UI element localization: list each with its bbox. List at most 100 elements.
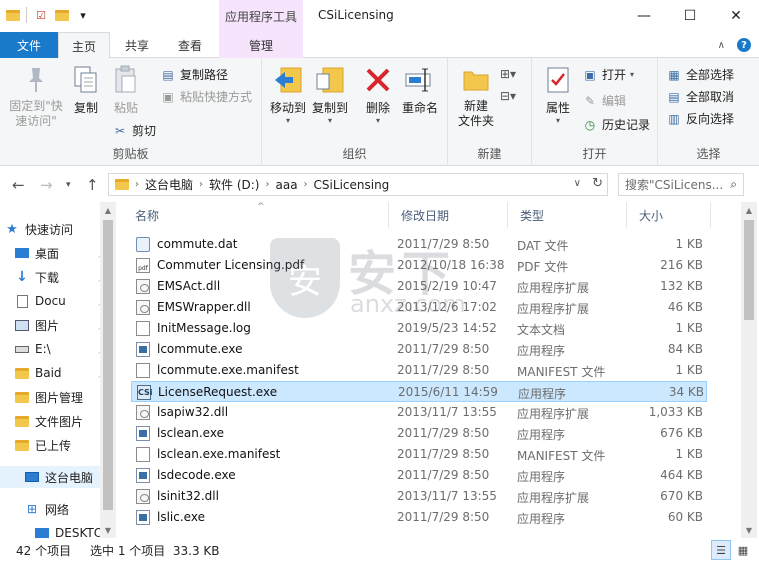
new-item-button[interactable]: ⊞▾ — [500, 66, 516, 82]
table-row[interactable]: lcommute.exe 2011/7/29 8:50 应用程序 84 KB — [131, 339, 707, 360]
tab-manage[interactable]: 管理 — [219, 32, 303, 58]
search-icon[interactable]: ⌕ — [730, 177, 737, 192]
up-arrow-icon[interactable]: ↑ — [86, 176, 99, 194]
nav-quick-access[interactable]: ★ 快速访问 — [4, 218, 104, 240]
edit-button[interactable]: ✎ 编辑 — [582, 92, 626, 109]
chevron-right-icon[interactable]: › — [304, 179, 308, 190]
new-folder-button[interactable]: 新建 文件夹 — [454, 64, 498, 129]
address-dropdown-icon[interactable]: ∨ — [574, 178, 581, 189]
back-arrow-icon[interactable]: ← — [12, 176, 25, 194]
paste-button[interactable]: 粘贴 — [108, 64, 144, 116]
move-to-button[interactable]: 移动到 ▾ — [266, 64, 310, 125]
table-row[interactable]: lslic.exe 2011/7/29 8:50 应用程序 60 KB — [131, 507, 707, 528]
tab-file[interactable]: 文件 — [0, 32, 58, 58]
forward-arrow-icon[interactable]: → — [40, 176, 53, 194]
refresh-icon[interactable]: ↻ — [592, 176, 603, 191]
delete-button[interactable]: 删除 ▾ — [362, 64, 394, 125]
table-row[interactable]: lsdecode.exe 2011/7/29 8:50 应用程序 464 KB — [131, 465, 707, 486]
properties-button[interactable]: 属性 ▾ — [540, 64, 576, 125]
table-row[interactable]: InitMessage.log 2019/5/23 14:52 文本文档 1 KB — [131, 318, 707, 339]
column-header-name[interactable]: 名称 — [123, 202, 389, 228]
recent-dropdown-icon[interactable]: ▾ — [66, 180, 71, 190]
column-header-date[interactable]: 修改日期 — [389, 202, 508, 228]
column-header-size[interactable]: 大小 — [627, 202, 711, 228]
nav-item-downloads[interactable]: ↓ 下载 📌 — [14, 266, 114, 288]
table-row[interactable]: CSi LicenseRequest.exe 2015/6/11 14:59 应用程序… — [131, 381, 707, 402]
file-list-scrollbar[interactable]: ▲ ▼ — [741, 202, 757, 538]
nav-this-pc-label: 这台电脑 — [45, 470, 94, 485]
nav-item-pictures[interactable]: 图片 📌 — [14, 314, 114, 336]
copy-path-button[interactable]: ▤ 复制路径 — [160, 66, 228, 83]
invert-selection-button[interactable]: ▥ 反向选择 — [666, 110, 734, 127]
nav-item-baidu[interactable]: Baid 📌 — [14, 362, 114, 384]
collapse-ribbon-icon[interactable]: ∧ — [718, 40, 725, 51]
nav-this-pc[interactable]: 这台电脑 — [0, 466, 114, 488]
copy-button[interactable]: 复制 — [68, 64, 104, 116]
select-all-button[interactable]: ▦ 全部选择 — [666, 66, 734, 83]
large-icons-view-icon[interactable]: ▦ — [733, 540, 753, 560]
table-row[interactable]: lcommute.exe.manifest 2011/7/29 8:50 MANIF… — [131, 360, 707, 381]
tab-home[interactable]: 主页 — [58, 32, 110, 59]
properties-check-icon[interactable]: ☑ — [33, 7, 49, 23]
chevron-right-icon[interactable]: › — [135, 179, 139, 190]
table-row[interactable]: commute.dat 2011/7/29 8:50 DAT 文件 1 KB — [131, 234, 707, 255]
maximize-button[interactable]: ☐ — [667, 0, 713, 32]
breadcrumb-aaa[interactable]: aaa — [275, 178, 297, 192]
table-row[interactable]: lsclean.exe.manifest 2011/7/29 8:50 MANIFE… — [131, 444, 707, 465]
nav-item-drive-e[interactable]: E:\ 📌 — [14, 338, 114, 360]
nav-item-documents[interactable]: Docu 📌 — [14, 290, 114, 312]
easy-access-button[interactable]: ⊟▾ — [500, 88, 516, 104]
close-button[interactable]: ✕ — [713, 0, 759, 32]
table-row[interactable]: EMSAct.dll 2015/2/19 10:47 应用程序扩展 132 KB — [131, 276, 707, 297]
folder-icon[interactable] — [6, 9, 20, 21]
table-row[interactable]: lsinit32.dll 2013/11/7 13:55 应用程序扩展 670 KB — [131, 486, 707, 507]
table-row[interactable]: lsapiw32.dll 2013/11/7 13:55 应用程序扩展 1,033 K… — [131, 402, 707, 423]
nav-item-desktop[interactable]: 桌面 📌 — [14, 242, 114, 264]
details-view-icon[interactable]: ☰ — [711, 540, 731, 560]
nav-item-uploaded[interactable]: 已上传 — [14, 434, 114, 456]
copy-to-button[interactable]: 复制到 ▾ — [308, 64, 352, 125]
breadcrumb-csilicensing[interactable]: CSiLicensing — [314, 178, 390, 192]
rename-button[interactable]: 重命名 — [400, 64, 440, 116]
help-icon[interactable]: ? — [737, 38, 751, 52]
select-none-button[interactable]: ▤ 全部取消 — [666, 88, 734, 105]
chevron-right-icon[interactable]: › — [199, 179, 203, 190]
paste-shortcut-icon: ▣ — [162, 89, 174, 104]
column-header-type[interactable]: 类型 — [508, 202, 627, 228]
nav-item-image-manage[interactable]: 图片管理 — [14, 386, 114, 408]
scroll-thumb[interactable] — [103, 220, 113, 510]
properties-dropdown-icon: ▾ — [555, 116, 560, 125]
scroll-down-icon[interactable]: ▼ — [100, 522, 116, 538]
properties-label: 属性 — [545, 101, 570, 115]
nav-item-file-images[interactable]: 文件图片 — [14, 410, 114, 432]
scroll-up-icon[interactable]: ▲ — [741, 202, 757, 218]
pin-quick-access-button[interactable]: 固定到"快 速访问" — [6, 64, 66, 129]
paste-shortcut-button[interactable]: ▣ 粘贴快捷方式 — [160, 88, 252, 105]
customize-toolbar-icon[interactable]: ▾ — [75, 7, 91, 23]
breadcrumb-this-pc[interactable]: 这台电脑 — [145, 176, 193, 193]
table-row[interactable]: pdf Commuter Licensing.pdf 2012/10/18 16:3… — [131, 255, 707, 276]
minimize-button[interactable]: — — [621, 0, 667, 32]
nav-pane-scrollbar[interactable]: ▲ ▼ — [100, 202, 116, 538]
nav-network[interactable]: ⊞ 网络 — [4, 498, 104, 520]
scroll-up-icon[interactable]: ▲ — [100, 202, 116, 218]
new-group: 新建 文件夹 ⊞▾ ⊟▾ 新建 — [448, 58, 532, 166]
scroll-thumb[interactable] — [744, 220, 754, 320]
address-bar[interactable]: › 这台电脑 › 软件 (D:) › aaa › CSiLicensing ∨ … — [108, 173, 608, 196]
file-date: 2013/11/7 13:55 — [397, 489, 497, 503]
scroll-down-icon[interactable]: ▼ — [741, 522, 757, 538]
chevron-right-icon[interactable]: › — [265, 179, 269, 190]
cut-button[interactable]: ✂ 剪切 — [112, 122, 156, 139]
nav-desktop-pc[interactable]: DESKTO — [14, 522, 114, 538]
table-row[interactable]: lsclean.exe 2011/7/29 8:50 应用程序 676 KB — [131, 423, 707, 444]
file-date: 2015/2/19 10:47 — [397, 279, 497, 293]
history-button[interactable]: ◷ 历史记录 — [582, 116, 650, 133]
tab-view[interactable]: 查看 — [164, 32, 216, 58]
search-input[interactable]: 搜索"CSiLicens... ⌕ — [618, 173, 744, 196]
star-icon: ★ — [6, 221, 18, 237]
new-folder-icon[interactable] — [55, 9, 69, 21]
table-row[interactable]: EMSWrapper.dll 2013/12/6 17:02 应用程序扩展 46 KB — [131, 297, 707, 318]
open-button[interactable]: ▣ 打开 ▾ — [582, 66, 634, 83]
tab-share[interactable]: 共享 — [112, 32, 162, 58]
breadcrumb-drive-d[interactable]: 软件 (D:) — [209, 176, 259, 193]
